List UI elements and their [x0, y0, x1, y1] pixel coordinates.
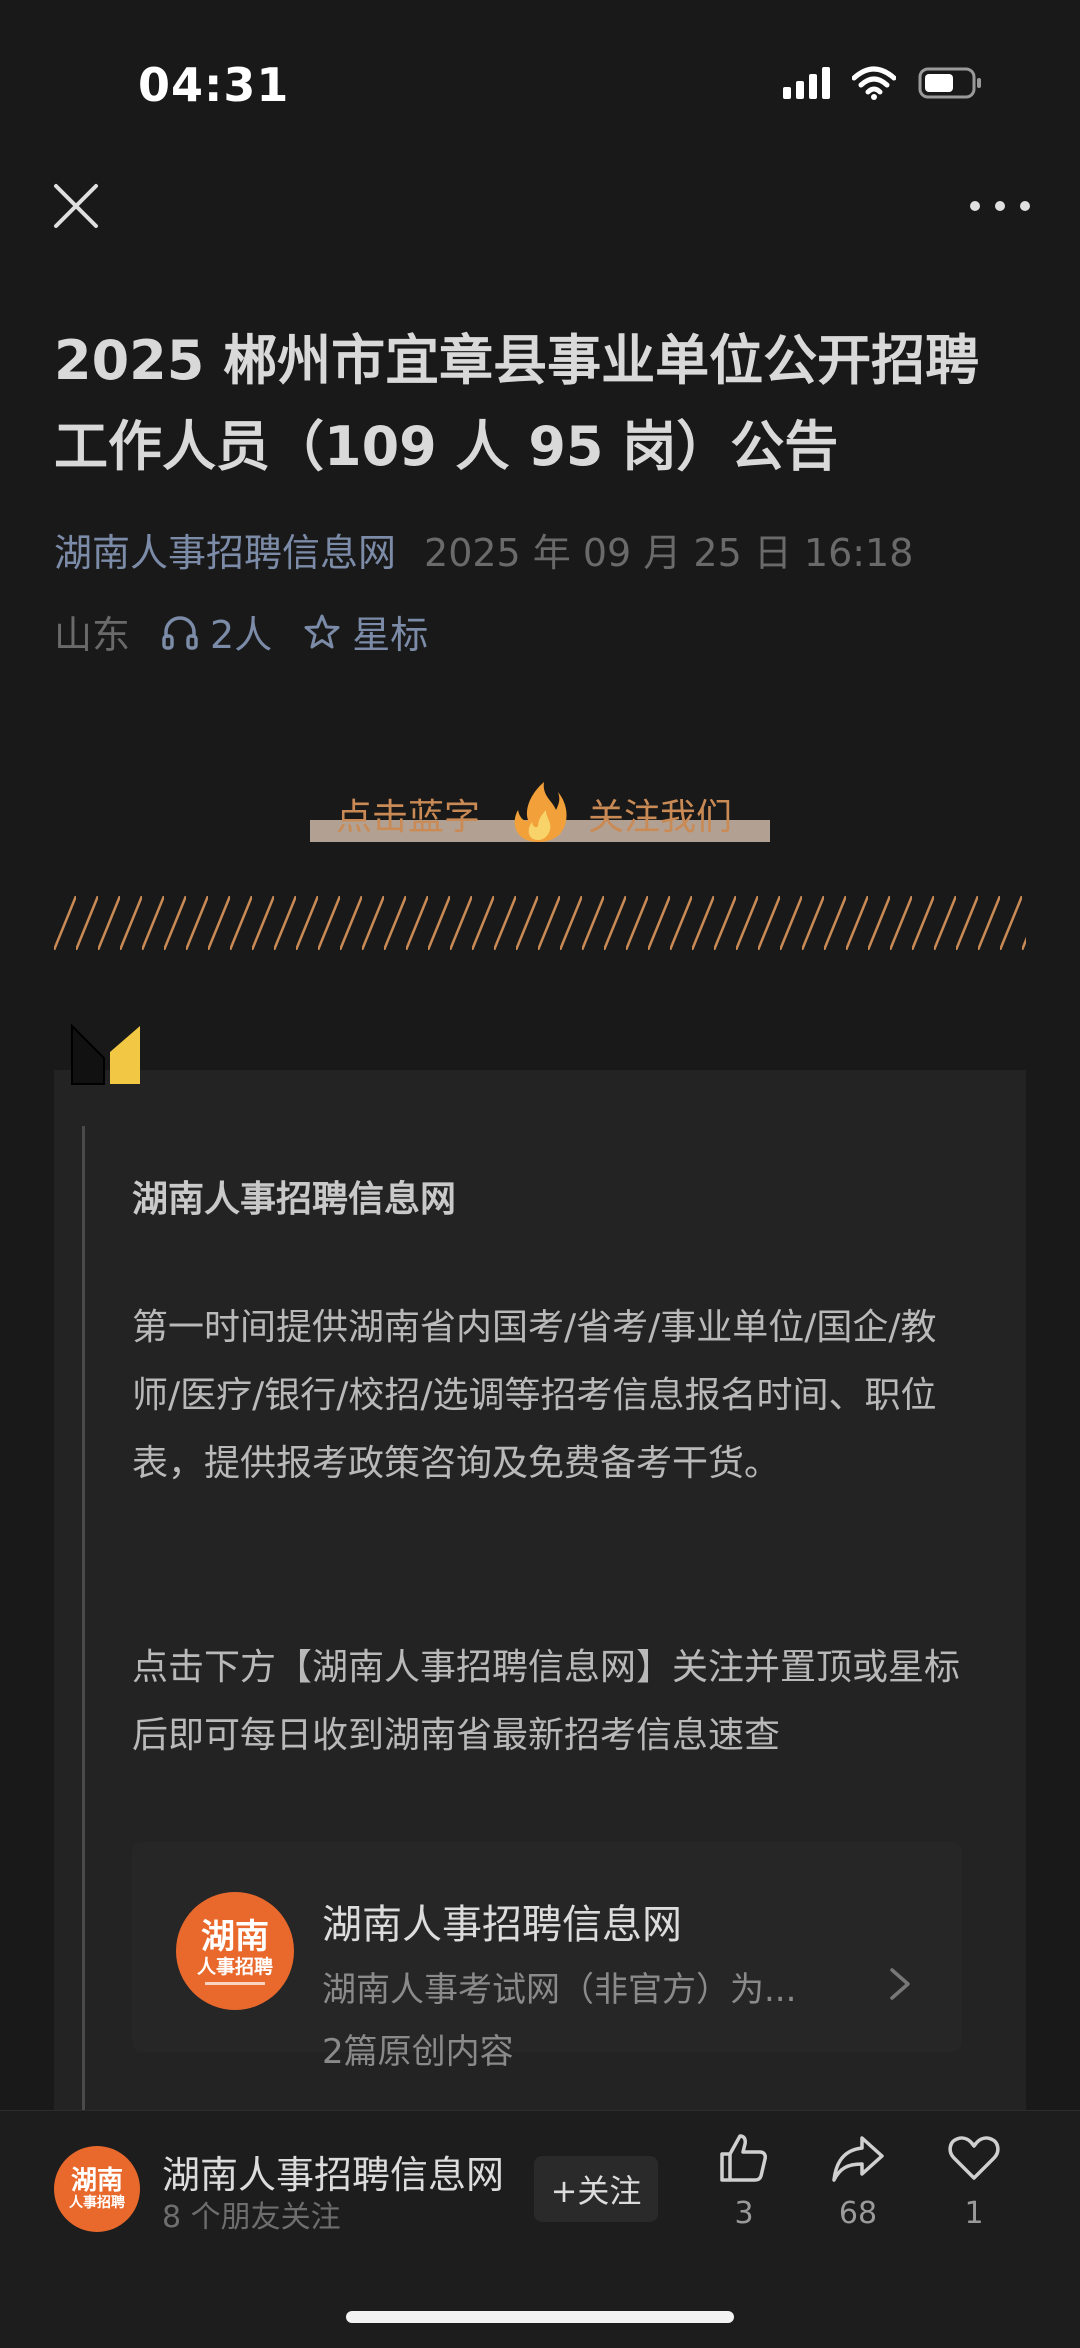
banner-text-right: 关注我们	[588, 797, 733, 838]
star-button[interactable]: 星标	[302, 604, 428, 659]
card-paragraph-2: 点击下方【湖南人事招聘信息网】关注并置顶或星标后即可每日收到湖南省最新招考信息速…	[132, 1647, 961, 1756]
listen-button[interactable]: 2人	[160, 604, 272, 659]
account-avatar[interactable]: 湖南 人事招聘	[54, 2146, 140, 2232]
quote-border	[82, 1126, 85, 2116]
article-meta-secondary: 山东 2人 星标	[54, 604, 428, 659]
recommend-button[interactable]: 1	[934, 2130, 1014, 2231]
heart-count: 1	[964, 2196, 984, 2231]
status-time: 04:31	[138, 58, 290, 112]
article-meta: 湖南人事招聘信息网 2025 年 09 月 25 日 16:18	[54, 522, 913, 577]
follow-us-banner: 点击蓝字 关注我们	[310, 782, 770, 844]
close-icon[interactable]	[50, 180, 102, 232]
share-count: 68	[838, 2196, 878, 2231]
listen-count: 2人	[210, 613, 273, 657]
article-title: 2025 郴州市宜章县事业单位公开招聘工作人员（109 人 95 岗）公告	[54, 329, 980, 478]
fire-icon	[514, 782, 567, 842]
card-paragraph-1: 第一时间提供湖南省内国考/省考/事业单位/国企/教师/医疗/银行/校招/选调等招…	[132, 1307, 937, 1484]
account-name: 湖南人事招聘信息网	[322, 1902, 682, 1948]
like-count: 3	[734, 2196, 754, 2231]
original-content-count: 2篇原创内容	[322, 2032, 514, 2072]
author-link[interactable]: 湖南人事招聘信息网	[54, 522, 396, 577]
account-logo: 湖南 人事招聘	[176, 1892, 294, 2010]
account-name-bottom[interactable]: 湖南人事招聘信息网	[162, 2144, 504, 2199]
status-icons	[783, 66, 982, 100]
cellular-signal-icon	[783, 67, 830, 99]
friends-following: 8 个朋友关注	[162, 2200, 341, 2235]
decorative-stripes	[54, 896, 1026, 950]
wifi-icon	[852, 66, 896, 100]
share-button[interactable]: 68	[818, 2130, 898, 2231]
thumbs-up-icon	[720, 2134, 767, 2182]
like-button[interactable]: 3	[704, 2130, 784, 2231]
account-description: 湖南人事考试网（非官方）为...	[322, 1970, 797, 2010]
publish-date: 2025 年 09 月 25 日 16:18	[424, 531, 914, 575]
share-arrow-icon	[832, 2136, 884, 2182]
battery-icon	[918, 67, 981, 99]
follow-button[interactable]: +关注	[534, 2156, 658, 2222]
article-screen: 04:31 2025 郴州市宜章县事业单位公开招聘工作人员（109 人 95 岗…	[0, 0, 1080, 2348]
star-label: 星标	[352, 613, 429, 657]
star-icon	[304, 614, 340, 648]
more-options-icon[interactable]	[970, 186, 1030, 226]
headphones-icon	[162, 615, 198, 650]
home-indicator[interactable]	[346, 2311, 734, 2323]
banner-text-left: 点击蓝字	[336, 797, 481, 838]
ip-region: 山东	[54, 613, 131, 657]
heart-icon	[948, 2136, 1000, 2180]
chevron-right-icon	[890, 1968, 910, 2000]
corner-decoration-icon	[71, 1024, 140, 1085]
card-heading: 湖南人事招聘信息网	[132, 1179, 457, 1220]
